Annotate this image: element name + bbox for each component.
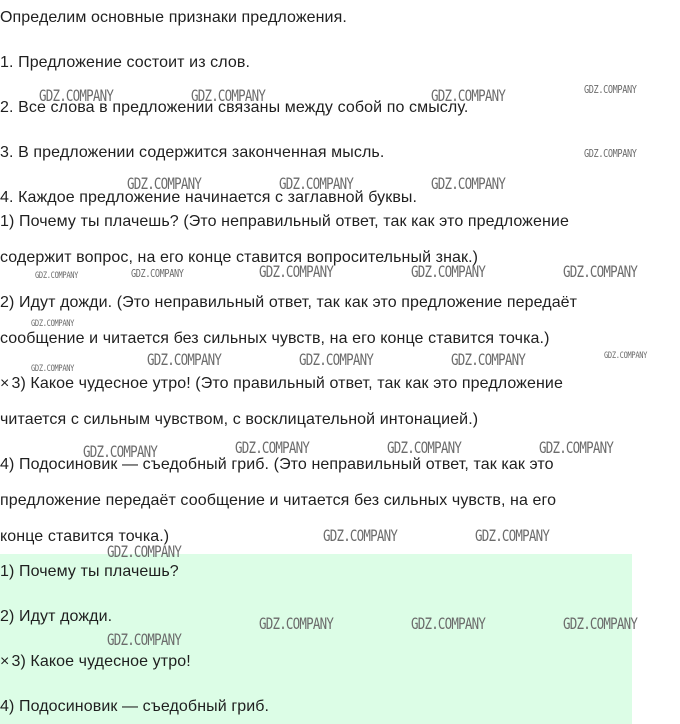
answer-item-3-text: 3) Какое чудесное утро! <box>11 653 191 670</box>
watermark: GDZ.COMPANY <box>584 147 637 160</box>
answer-item-4: 4) Подосиновик — съедобный гриб. <box>0 698 270 715</box>
watermark: GDZ.COMPANY <box>451 350 526 369</box>
watermark: GDZ.COMPANY <box>259 614 334 633</box>
option-2-line-2: сообщение и читается без сильных чувств,… <box>0 330 550 347</box>
answer-item-2: 2) Идут дожди. <box>0 608 113 625</box>
watermark: GDZ.COMPANY <box>411 614 486 633</box>
watermark: GDZ.COMPANY <box>31 319 75 329</box>
watermark: GDZ.COMPANY <box>131 267 184 280</box>
watermark: GDZ.COMPANY <box>604 351 648 361</box>
criterion-4: 4. Каждое предложение начинается с загла… <box>0 189 418 206</box>
option-3-line-2: читается с сильным чувством, с восклицат… <box>0 411 479 428</box>
watermark: GDZ.COMPANY <box>563 614 638 633</box>
watermark: GDZ.COMPANY <box>411 262 486 281</box>
watermark: GDZ.COMPANY <box>147 350 222 369</box>
watermark: GDZ.COMPANY <box>107 630 182 649</box>
watermark: GDZ.COMPANY <box>323 526 398 545</box>
answer-item-3: × 3) Какое чудесное утро! <box>0 652 191 672</box>
watermark: GDZ.COMPANY <box>31 364 75 374</box>
watermark: GDZ.COMPANY <box>35 271 79 281</box>
watermark: GDZ.COMPANY <box>563 262 638 281</box>
criterion-1: 1. Предложение состоит из слов. <box>0 54 251 71</box>
option-2-line-1: 2) Идут дожди. (Это неправильный ответ, … <box>0 294 578 311</box>
watermark: GDZ.COMPANY <box>279 174 354 193</box>
watermark: GDZ.COMPANY <box>539 438 614 457</box>
intro-text: Определим основные признаки предложения. <box>0 9 347 26</box>
cross-mark-icon: × <box>0 653 10 670</box>
criterion-3: 3. В предложении содержится законченная … <box>0 144 385 161</box>
watermark: GDZ.COMPANY <box>387 438 462 457</box>
watermark: GDZ.COMPANY <box>83 442 158 461</box>
watermark: GDZ.COMPANY <box>191 86 266 105</box>
answer-item-1: 1) Почему ты плачешь? <box>0 563 179 580</box>
gdz-answer-page: Определим основные признаки предложения.… <box>0 0 680 724</box>
watermark: GDZ.COMPANY <box>584 83 637 96</box>
watermark: GDZ.COMPANY <box>235 438 310 457</box>
option-4-line-2: предложение передаёт сообщение и читаетс… <box>0 492 557 509</box>
watermark: GDZ.COMPANY <box>39 86 114 105</box>
option-3-text: 3) Какое чудесное утро! (Это правильный … <box>11 375 563 392</box>
option-3-line-1: × 3) Какое чудесное утро! (Это правильный… <box>0 374 563 394</box>
watermark: GDZ.COMPANY <box>259 262 334 281</box>
watermark: GDZ.COMPANY <box>107 542 182 561</box>
watermark: GDZ.COMPANY <box>475 526 550 545</box>
option-1-line-1: 1) Почему ты плачешь? (Это неправильный … <box>0 213 569 230</box>
option-1-line-2: содержит вопрос, на его конце ставится в… <box>0 249 479 266</box>
watermark: GDZ.COMPANY <box>299 350 374 369</box>
watermark: GDZ.COMPANY <box>431 174 506 193</box>
watermark: GDZ.COMPANY <box>127 174 202 193</box>
watermark: GDZ.COMPANY <box>431 86 506 105</box>
cross-mark-icon: × <box>0 375 10 392</box>
